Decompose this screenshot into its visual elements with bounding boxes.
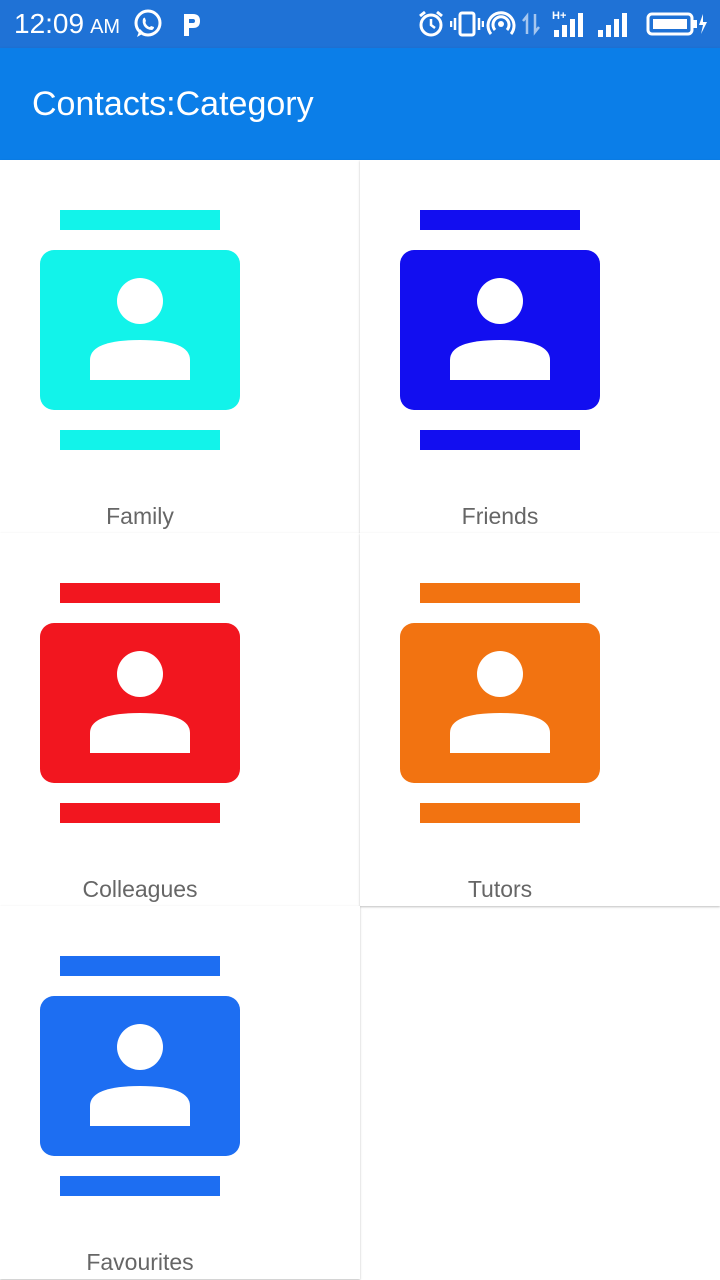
card-top-bar [60,583,220,603]
battery-charging-icon [646,12,707,36]
category-label: Family [106,503,174,529]
card-top-bar [60,956,220,976]
card-bottom-bar [60,1176,220,1196]
contact-tile [40,623,240,783]
category-card-favourites[interactable]: Favourites [0,906,360,1279]
svg-text:H+: H+ [552,10,566,22]
signal-h-plus-icon: H+ [552,10,583,37]
category-card-colleagues[interactable]: Colleagues [0,533,360,906]
alarm-icon [419,10,443,37]
contact-person-icon [90,278,190,380]
category-label: Tutors [467,876,533,902]
card-bottom-bar [60,430,220,450]
card-bottom-bar [60,803,220,823]
card-bottom-bar [420,803,580,823]
app-bar: Contacts:Category [0,48,720,160]
card-top-bar [60,210,220,230]
contact-person-icon [450,278,550,380]
signal-icon [598,13,627,37]
category-card-family[interactable]: Family [0,160,360,533]
card-top-bar [420,210,580,230]
contact-tile [40,996,240,1156]
contact-tile [400,250,600,410]
whatsapp-icon [134,9,162,37]
category-label: Colleagues [82,876,198,902]
data-arrows-icon [522,12,540,36]
contact-tile [40,250,240,410]
card-bottom-bar [420,430,580,450]
hotspot-icon [486,11,516,35]
page-title: Contacts:Category [32,85,314,123]
category-label: Favourites [86,1249,194,1275]
category-card-tutors[interactable]: Tutors [360,533,720,906]
contact-person-icon [90,651,190,753]
category-grid: Family Friends Colleagues Tutors Favouri… [0,160,720,1280]
p-icon [184,14,200,36]
vibrate-icon [450,11,484,37]
contact-person-icon [90,1024,190,1126]
contact-tile [400,623,600,783]
card-top-bar [420,583,580,603]
status-time-value: 12:09 [14,8,85,39]
category-label: Friends [461,503,539,529]
status-time-ampm: AM [90,16,121,38]
category-card-friends[interactable]: Friends [360,160,720,533]
status-time: 12:09 AM [14,8,120,43]
contact-person-icon [450,651,550,753]
status-bar: 12:09 AM H+ [0,0,720,48]
